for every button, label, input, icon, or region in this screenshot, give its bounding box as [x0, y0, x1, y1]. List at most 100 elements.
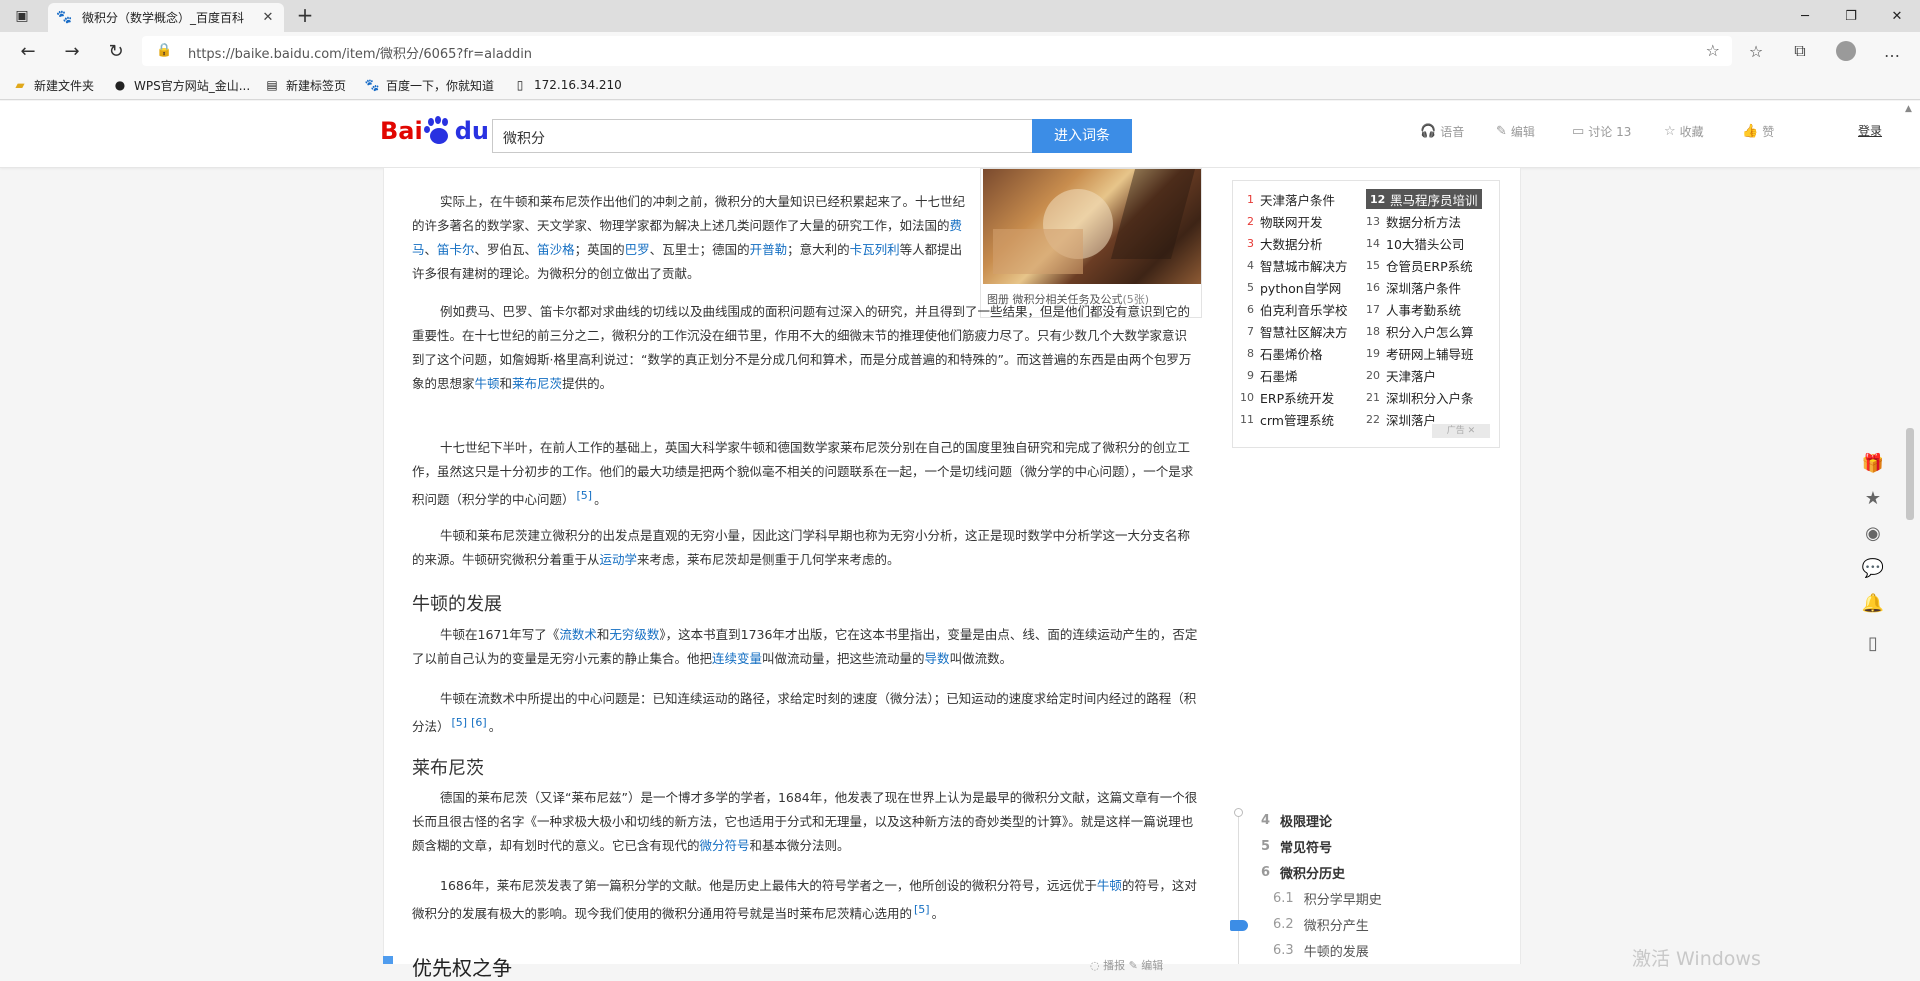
- hot-search-item[interactable]: 17 人事考勤系统: [1366, 299, 1461, 319]
- hot-search-item[interactable]: 12 黑马程序员培训: [1366, 189, 1482, 209]
- hot-search-item[interactable]: 20 天津落户: [1366, 365, 1436, 385]
- link-infinite-series[interactable]: 无穷级数: [609, 627, 659, 642]
- like-button[interactable]: 👍 赞: [1742, 122, 1774, 140]
- hot-item-label: 人事考勤系统: [1386, 302, 1462, 318]
- hot-search-item[interactable]: 14 10大猎头公司: [1366, 233, 1464, 253]
- link-newton[interactable]: 牛顿: [475, 376, 500, 391]
- hot-search-item[interactable]: 11 crm管理系统: [1240, 409, 1334, 429]
- section-actions[interactable]: ◌ 播报 ✎ 编辑: [1090, 957, 1163, 973]
- new-tab-button[interactable]: +: [292, 4, 318, 28]
- hot-search-item[interactable]: 9 石墨烯: [1240, 365, 1298, 385]
- reference-link[interactable]: [5]: [914, 903, 930, 916]
- star-icon[interactable]: ★: [1858, 483, 1888, 513]
- search-input[interactable]: 微积分: [492, 119, 1033, 153]
- link-newton-2[interactable]: 牛顿: [1097, 878, 1122, 893]
- link-fluxions[interactable]: 流数术: [559, 627, 597, 642]
- toc-number: 6.3: [1273, 942, 1294, 958]
- hot-search-item[interactable]: 18 积分入户怎么算: [1366, 321, 1474, 341]
- toc-item[interactable]: 4 极限理论: [1261, 811, 1332, 830]
- hot-search-item[interactable]: 5 python自学网: [1240, 277, 1341, 297]
- hot-search-item[interactable]: 3 大数据分析: [1240, 233, 1323, 253]
- voice-button[interactable]: 🎧 语音: [1420, 122, 1464, 140]
- hot-search-item[interactable]: 6 伯克利音乐学校: [1240, 299, 1348, 319]
- back-button[interactable]: ←: [14, 38, 42, 64]
- link-barrow[interactable]: 巴罗: [625, 242, 650, 257]
- wechat-icon[interactable]: 💬: [1858, 553, 1888, 583]
- qq-icon[interactable]: 🔔: [1858, 588, 1888, 618]
- hot-search-item[interactable]: 19 考研网上辅导班: [1366, 343, 1474, 363]
- hot-search-item[interactable]: 22 深圳落户: [1366, 409, 1436, 429]
- bookmark-item[interactable]: 🐾 百度一下，你就知道: [364, 76, 495, 94]
- bookmark-item[interactable]: ● WPS官方网站_金山...: [112, 76, 250, 94]
- hot-search-item[interactable]: 21 深圳积分入户条: [1366, 387, 1474, 407]
- url-text[interactable]: https://baike.baidu.com/item/微积分/6065?fr…: [188, 43, 532, 62]
- bookmark-item[interactable]: ▤ 新建标签页: [264, 76, 346, 94]
- tab-actions-icon[interactable]: ▣: [8, 6, 36, 26]
- toc-item[interactable]: 6 微积分历史: [1261, 863, 1345, 882]
- hot-search-item[interactable]: 4 智慧城市解决方: [1240, 255, 1348, 275]
- hot-search-item[interactable]: 7 智慧社区解决方: [1240, 321, 1348, 341]
- profile-avatar[interactable]: [1834, 40, 1858, 62]
- gallery-photo[interactable]: [983, 169, 1201, 284]
- collections-icon[interactable]: ⧉: [1788, 40, 1812, 62]
- login-link[interactable]: 登录: [1858, 122, 1882, 139]
- hot-search-item[interactable]: 15 仓管员ERP系统: [1366, 255, 1473, 275]
- discuss-button[interactable]: ▭ 讨论 13: [1572, 122, 1631, 140]
- link-kinematics[interactable]: 运动学: [600, 552, 638, 567]
- reference-link[interactable]: [5]: [577, 489, 593, 502]
- hot-search-item[interactable]: 2 物联网开发: [1240, 211, 1323, 231]
- enter-entry-button[interactable]: 进入词条: [1032, 119, 1132, 153]
- link-kepler[interactable]: 开普勒: [750, 242, 788, 257]
- close-window-button[interactable]: ✕: [1874, 0, 1920, 32]
- bookmark-item[interactable]: ▯ 172.16.34.210: [512, 76, 622, 94]
- link-differential-notation[interactable]: 微分符号: [700, 838, 750, 853]
- toc-item[interactable]: 6.1 积分学早期史: [1273, 889, 1382, 908]
- paragraph: 德国的莱布尼茨（又译“莱布尼兹”）是一个博才多学的学者，1684年，他发表了现在…: [412, 790, 1198, 853]
- close-tab-icon[interactable]: ✕: [260, 10, 276, 25]
- reference-link[interactable]: [6]: [471, 716, 487, 729]
- scroll-up-arrow-icon[interactable]: ▲: [1905, 104, 1912, 114]
- hot-search-item[interactable]: 13 数据分析方法: [1366, 211, 1461, 231]
- minimize-button[interactable]: ─: [1782, 0, 1828, 32]
- link-derivative[interactable]: 导数: [925, 651, 950, 666]
- more-menu-icon[interactable]: …: [1880, 40, 1904, 62]
- hot-search-item[interactable]: 1 天津落户条件: [1240, 189, 1335, 209]
- lock-icon[interactable]: 🔒: [156, 43, 172, 58]
- refresh-button[interactable]: ↻: [102, 38, 130, 64]
- address-bar[interactable]: 🔒 https://baike.baidu.com/item/微积分/6065?…: [142, 36, 1732, 66]
- hot-rank-number: 6: [1247, 302, 1254, 316]
- link-desargues[interactable]: 笛沙格: [537, 242, 575, 257]
- collect-button[interactable]: ☆ 收藏: [1664, 122, 1704, 140]
- ad-label[interactable]: 广告 ✕: [1432, 424, 1490, 438]
- hot-item-label: 石墨烯价格: [1260, 346, 1323, 362]
- link-continuous-variable[interactable]: 连续变量: [712, 651, 762, 666]
- page-scrollbar-thumb[interactable]: [1906, 428, 1914, 520]
- forward-button[interactable]: →: [58, 38, 86, 64]
- hot-rank-number: 12: [1370, 192, 1386, 206]
- gift-icon[interactable]: 🎁: [1858, 448, 1888, 478]
- hot-search-item[interactable]: 10 ERP系统开发: [1240, 387, 1334, 407]
- mobile-icon[interactable]: ▯: [1858, 628, 1888, 658]
- bookmark-item[interactable]: ▰ 新建文件夹: [12, 76, 94, 94]
- hot-search-item[interactable]: 8 石墨烯价格: [1240, 343, 1323, 363]
- favorites-icon[interactable]: ☆: [1744, 40, 1768, 62]
- weibo-icon[interactable]: ◉: [1858, 518, 1888, 548]
- link-cavalieri[interactable]: 卡瓦列利: [850, 242, 900, 257]
- link-leibniz[interactable]: 莱布尼茨: [512, 376, 562, 391]
- edit-button[interactable]: ✎ 编辑: [1496, 122, 1535, 140]
- link-descartes[interactable]: 笛卡尔: [437, 242, 475, 257]
- add-favorite-icon[interactable]: ☆: [1706, 41, 1720, 60]
- browser-toolbar: ← → ↻ 🔒 https://baike.baidu.com/item/微积分…: [0, 32, 1920, 70]
- toc-item[interactable]: 6.3 牛顿的发展: [1273, 941, 1369, 960]
- hot-item-label: 智慧城市解决方: [1260, 258, 1348, 274]
- active-tab[interactable]: 🐾 微积分（数学概念）_百度百科 ✕: [48, 3, 284, 32]
- hot-item-label: 物联网开发: [1260, 214, 1323, 230]
- reference-link[interactable]: [5]: [452, 716, 468, 729]
- hot-search-item[interactable]: 16 深圳落户条件: [1366, 277, 1461, 297]
- section-marker: [383, 956, 393, 964]
- toc-item[interactable]: 5 常见符号: [1261, 837, 1332, 856]
- image-gallery[interactable]: 图册 微积分相关任务及公式(5张): [980, 168, 1202, 318]
- section-heading-priority: 优先权之争: [412, 956, 512, 980]
- toc-item[interactable]: 6.2 微积分产生: [1273, 915, 1369, 934]
- restore-button[interactable]: ❐: [1828, 0, 1874, 32]
